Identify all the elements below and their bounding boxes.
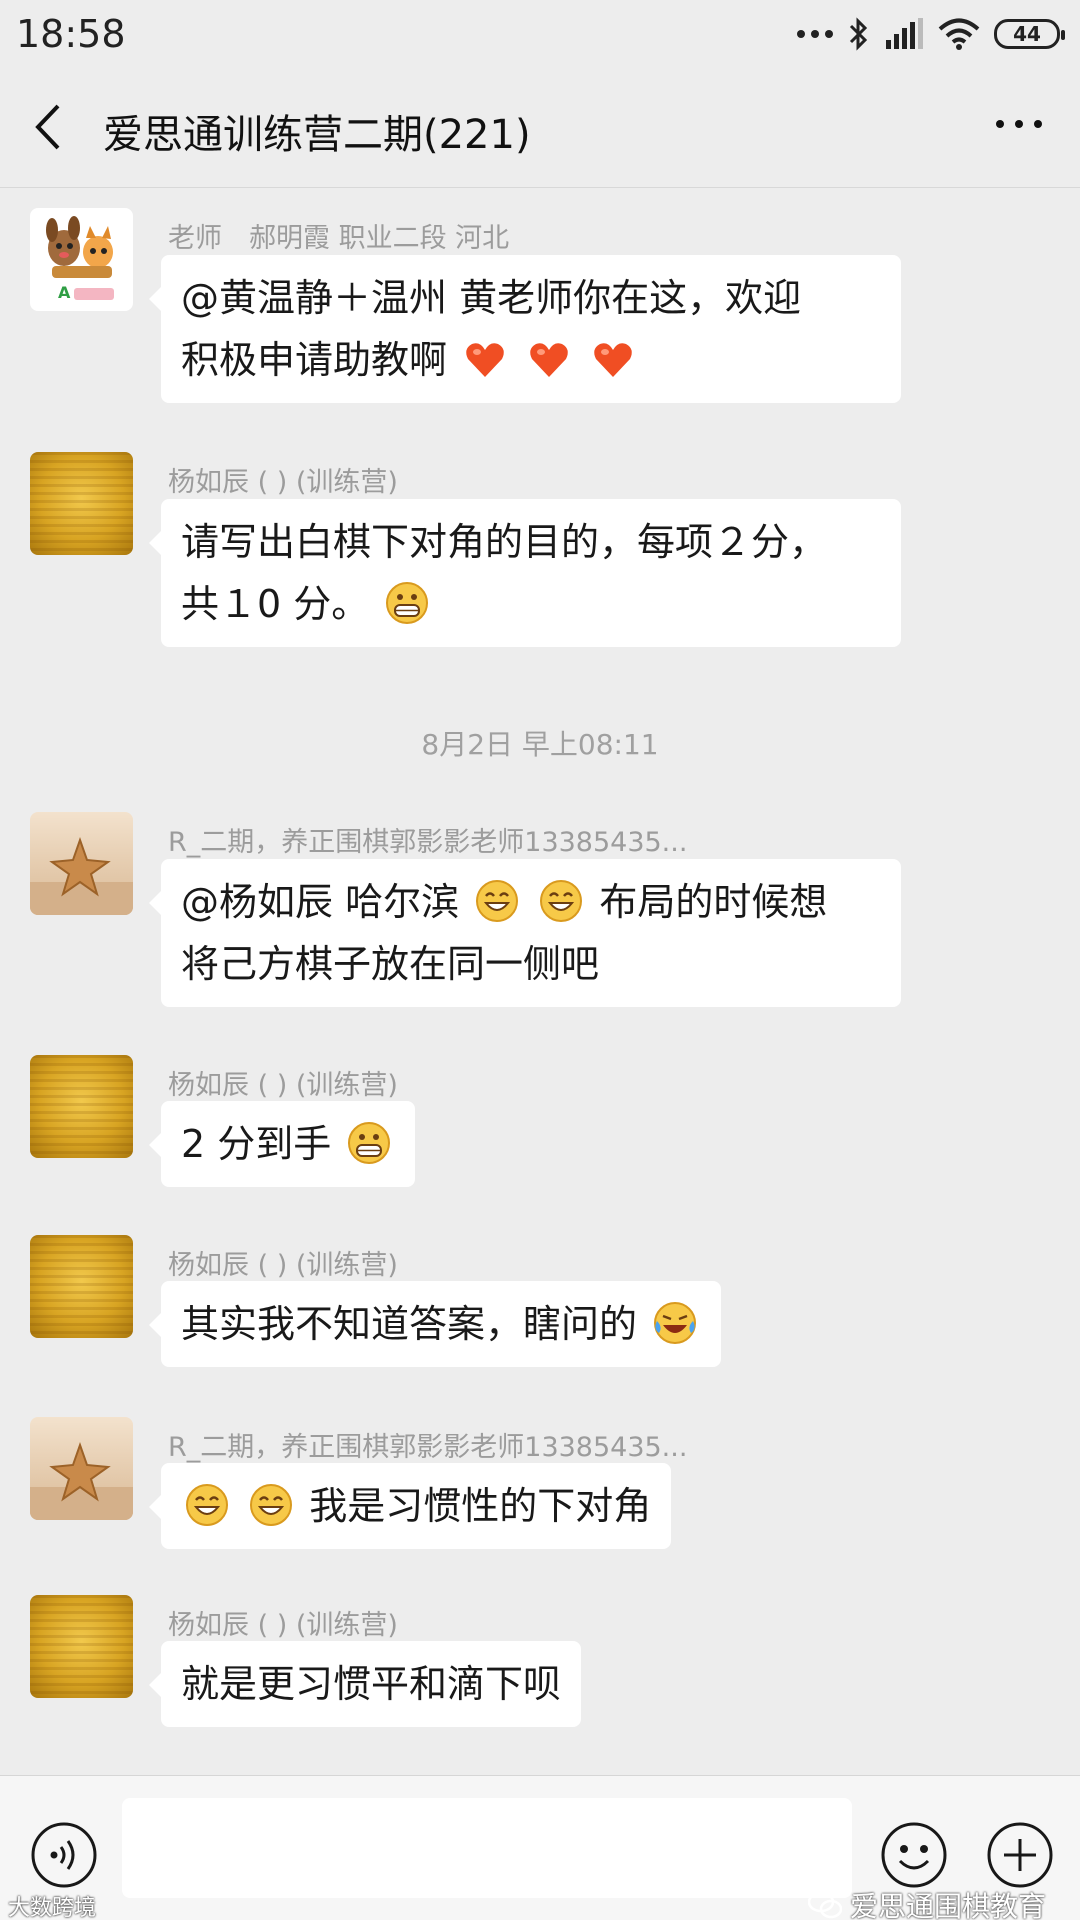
smile-emoji-icon bbox=[540, 880, 583, 922]
wechat-logo-icon bbox=[808, 1891, 842, 1919]
status-icons: 44 bbox=[796, 14, 1065, 54]
watermark-left: 大数跨境 bbox=[8, 1896, 97, 1920]
wifi-icon bbox=[938, 18, 980, 50]
grin-emoji-icon bbox=[348, 1122, 391, 1164]
chat-message-list[interactable]: A 老师 郝明霞 职业二段 河北 @黄温静＋温州 黄老师你在这，欢迎 积极申请助… bbox=[0, 189, 1080, 1775]
message-bubble[interactable]: @黄温静＋温州 黄老师你在这，欢迎 积极申请助教啊 bbox=[149, 255, 901, 403]
chat-title: 爱思通训练营二期(221) bbox=[103, 112, 531, 158]
time-divider: 8月2日 早上08:11 bbox=[421, 728, 659, 761]
watermark-text: 爱思通围棋教育 bbox=[850, 1890, 1047, 1920]
sender-name: R_二期，养正围棋郭影影老师13385435... bbox=[168, 827, 688, 858]
svg-text:A: A bbox=[58, 283, 71, 302]
sender-name: 杨如辰 ( ) (训练营) bbox=[168, 467, 398, 498]
message-bubble[interactable]: 就是更习惯平和滴下呗 bbox=[148, 1641, 582, 1727]
message-text: 我是习惯性的下对角 bbox=[309, 1484, 652, 1528]
voice-input-icon[interactable] bbox=[30, 1821, 98, 1889]
battery-indicator: 44 bbox=[994, 19, 1065, 49]
message-bubble[interactable]: 请写出白棋下对角的目的，每项２分， 共１0 分。 bbox=[149, 499, 901, 647]
status-bar: 18:58 44 bbox=[0, 0, 1080, 66]
message-bubble[interactable]: @杨如辰 哈尔滨 布局的时候想 将己方棋子放在同一侧吧 bbox=[149, 859, 901, 1007]
chat-header: 爱思通训练营二期(221) bbox=[0, 66, 1080, 188]
avatar[interactable]: A bbox=[30, 208, 133, 311]
avatar[interactable] bbox=[30, 1235, 133, 1338]
heart-emoji-icon bbox=[530, 343, 568, 377]
message-text-line: 共１0 分。 bbox=[181, 573, 881, 635]
message-text: @杨如辰 哈尔滨 bbox=[181, 880, 460, 924]
message-text: 布局的时候想 bbox=[599, 880, 828, 924]
more-options-icon[interactable] bbox=[994, 114, 1044, 134]
message-text: 请写出白棋下对角的目的，每项２分， bbox=[181, 520, 828, 564]
smile-emoji-icon bbox=[186, 1484, 228, 1526]
message-text: 共１0 分。 bbox=[181, 582, 370, 626]
plus-icon[interactable] bbox=[986, 1821, 1054, 1889]
watermark: 爱思通围棋教育 bbox=[808, 1885, 1046, 1920]
message-bubble[interactable]: 2 分到手 bbox=[148, 1101, 416, 1187]
message-text: 其实我不知道答案，瞎问的 bbox=[181, 1302, 638, 1346]
heart-emoji-icon bbox=[466, 343, 504, 377]
sender-name: 杨如辰 ( ) (训练营) bbox=[168, 1250, 398, 1281]
sender-name: 杨如辰 ( ) (训练营) bbox=[168, 1610, 398, 1641]
message-text: 积极申请助教啊 bbox=[181, 338, 448, 382]
starfish-icon bbox=[30, 836, 133, 915]
message-bubble[interactable]: 我是习惯性的下对角 bbox=[148, 1463, 672, 1549]
avatar[interactable] bbox=[30, 1417, 133, 1520]
avatar[interactable] bbox=[30, 812, 133, 915]
bluetooth-icon bbox=[849, 17, 868, 51]
back-arrow-icon[interactable] bbox=[30, 102, 70, 152]
message-text: @黄温静＋温州 黄老师你在这，欢迎 bbox=[181, 276, 802, 320]
message-text-line: 积极申请助教啊 bbox=[181, 329, 881, 391]
message-text: 2 分到手 bbox=[181, 1122, 332, 1166]
heart-emoji-icon bbox=[594, 343, 633, 377]
smile-emoji-icon bbox=[250, 1484, 293, 1526]
message-bubble[interactable]: 其实我不知道答案，瞎问的 bbox=[148, 1281, 722, 1367]
emoji-picker-icon[interactable] bbox=[880, 1821, 948, 1889]
sender-name: 老师 郝明霞 职业二段 河北 bbox=[168, 223, 510, 254]
laugh-cry-emoji-icon bbox=[654, 1302, 697, 1344]
message-text: 就是更习惯平和滴下呗 bbox=[181, 1662, 562, 1706]
cartoon-dog-cat-icon: A bbox=[46, 216, 114, 302]
status-time: 18:58 bbox=[16, 12, 126, 56]
signal-icon bbox=[886, 18, 923, 49]
sender-name: 杨如辰 ( ) (训练营) bbox=[168, 1070, 398, 1101]
message-text: 将己方棋子放在同一侧吧 bbox=[181, 942, 600, 986]
sender-name: R_二期，养正围棋郭影影老师13385435... bbox=[168, 1432, 688, 1463]
message-input[interactable] bbox=[122, 1798, 852, 1898]
avatar[interactable] bbox=[30, 1055, 133, 1158]
avatar[interactable] bbox=[30, 452, 133, 555]
grin-emoji-icon bbox=[386, 582, 429, 624]
starfish-icon bbox=[30, 1441, 133, 1520]
avatar[interactable] bbox=[30, 1595, 133, 1698]
message-text-line: @杨如辰 哈尔滨 布局的时候想 bbox=[181, 871, 881, 933]
more-dots-icon bbox=[797, 30, 833, 38]
smile-emoji-icon bbox=[476, 880, 519, 922]
